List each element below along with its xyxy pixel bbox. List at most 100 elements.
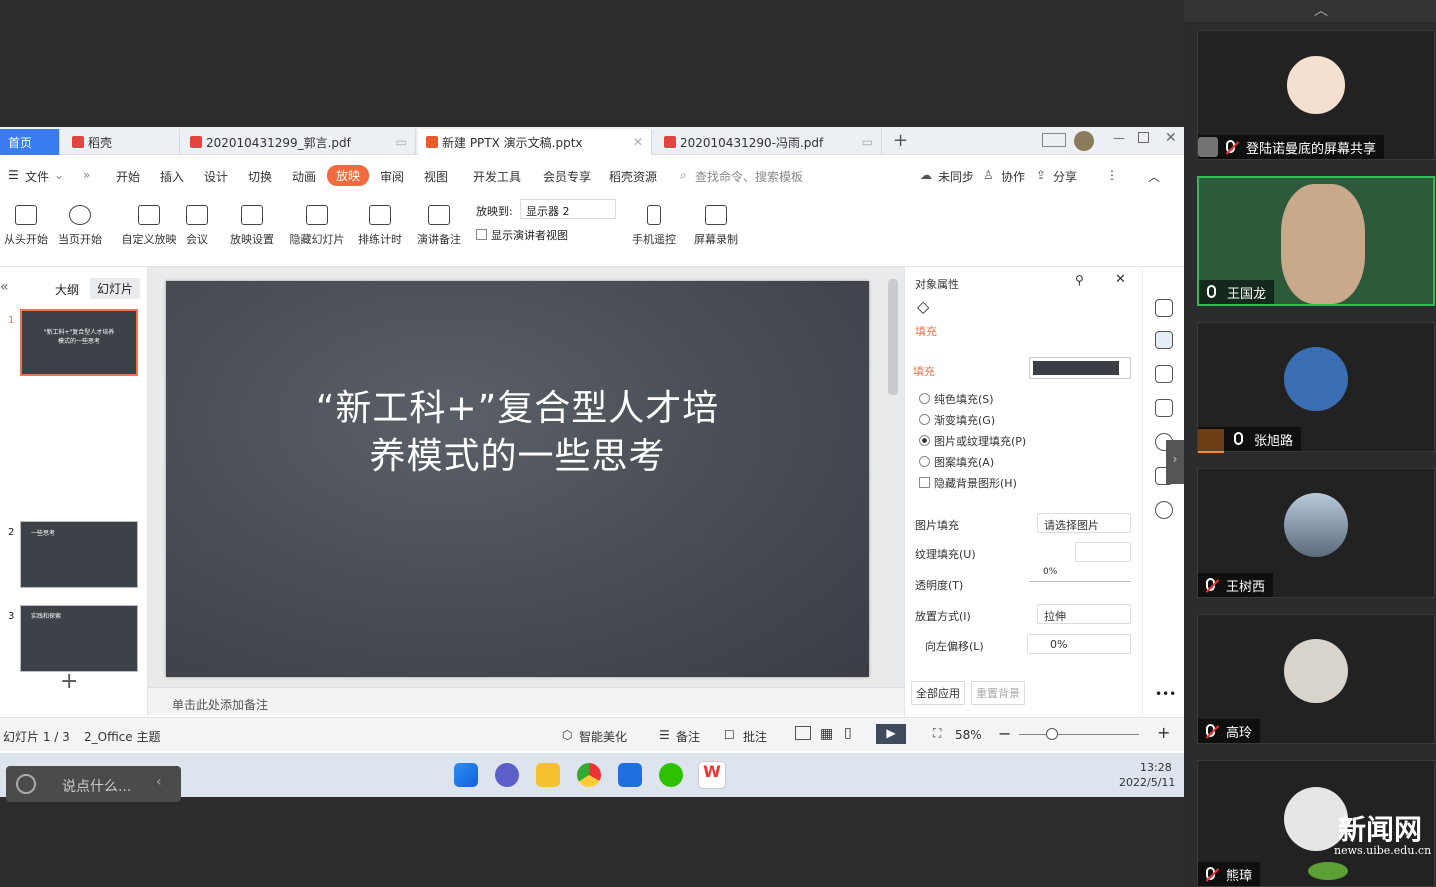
- command-search[interactable]: 查找命令、搜索模板: [695, 168, 803, 185]
- vertical-scrollbar[interactable]: [888, 279, 898, 395]
- tab-slides[interactable]: 幻灯片: [90, 278, 141, 299]
- collapse-left-icon[interactable]: «: [0, 279, 9, 295]
- menu-daoke-res[interactable]: 稻壳资源: [609, 168, 657, 185]
- slide-thumbnail-2[interactable]: 一些思考: [20, 521, 138, 588]
- more-icon[interactable]: »: [83, 168, 90, 182]
- presenter-view-checkbox[interactable]: [476, 229, 487, 240]
- wechat-icon[interactable]: [659, 763, 683, 787]
- meeting-app-icon[interactable]: [618, 763, 642, 787]
- add-tab-button[interactable]: +: [893, 130, 908, 151]
- smart-beautify-button[interactable]: 智能美化: [579, 728, 627, 745]
- hamburger-icon[interactable]: ☰: [8, 168, 19, 182]
- menu-review[interactable]: 审阅: [380, 168, 404, 185]
- menu-view[interactable]: 视图: [424, 168, 448, 185]
- menu-insert[interactable]: 插入: [160, 168, 184, 185]
- slide-thumbnail-1[interactable]: "新工科+"复合型人才培养模式的一些思考: [20, 309, 138, 376]
- chevron-left-icon[interactable]: ‹: [156, 774, 162, 790]
- menu-slideshow[interactable]: 放映: [327, 165, 370, 186]
- custom-show-button[interactable]: 自定义放映: [120, 205, 178, 247]
- speaker-notes-button[interactable]: 演讲备注: [415, 205, 463, 247]
- screen-record-button[interactable]: 屏幕录制: [692, 205, 740, 247]
- minimize-icon[interactable]: —: [1113, 131, 1125, 145]
- tab-daoke[interactable]: 稻壳: [64, 129, 180, 155]
- grid-view-icon[interactable]: ▦: [820, 726, 833, 742]
- radio-solid[interactable]: 纯色填充(S): [919, 391, 994, 407]
- meeting-button[interactable]: 会议: [184, 205, 210, 247]
- menu-file[interactable]: 文件: [25, 168, 49, 185]
- comment-input[interactable]: 说点什么...: [62, 776, 131, 796]
- tab-pptx[interactable]: 新建 PPTX 演示文稿.pptx ✕: [418, 129, 652, 155]
- texture-select[interactable]: [1075, 542, 1131, 562]
- notes-button[interactable]: 备注: [676, 728, 700, 745]
- star-icon[interactable]: [1155, 365, 1173, 383]
- pic-fill-select[interactable]: 请选择图片: [1037, 513, 1131, 533]
- tab-outline[interactable]: 大纲: [55, 281, 79, 298]
- show-settings-button[interactable]: 放映设置: [225, 205, 279, 247]
- tab-pin-icon[interactable]: ▭: [396, 135, 407, 149]
- collapse-ribbon-icon[interactable]: ︿: [1148, 168, 1160, 185]
- close-panel-icon[interactable]: ✕: [1115, 272, 1126, 287]
- maximize-icon[interactable]: [1138, 132, 1149, 143]
- play-current-button[interactable]: 当页开始: [57, 205, 103, 247]
- hide-bg-checkbox[interactable]: 隐藏背景图形(H): [919, 475, 1017, 491]
- zoom-in-icon[interactable]: +: [1157, 723, 1170, 742]
- slide-title[interactable]: “新工科+”复合型人才培 养模式的一些思考: [166, 385, 869, 481]
- notes-area[interactable]: 单击此处添加备注: [148, 687, 904, 715]
- tab-pdf-1[interactable]: 202010431299_郭言.pdf ▭: [182, 129, 416, 155]
- zoom-slider[interactable]: [1019, 734, 1139, 735]
- reading-view-icon[interactable]: ▯: [844, 725, 852, 741]
- fill-bucket-icon[interactable]: ◇: [917, 297, 929, 316]
- sync-status[interactable]: 未同步: [938, 168, 974, 185]
- chrome-icon[interactable]: [577, 763, 601, 787]
- panel-title[interactable]: 对象属性: [915, 276, 959, 292]
- rocket-icon[interactable]: [1155, 299, 1173, 317]
- properties-icon[interactable]: [1155, 331, 1173, 349]
- collab-button[interactable]: 协作: [1001, 168, 1025, 185]
- menu-vip[interactable]: 会员专享: [543, 168, 591, 185]
- menu-transition[interactable]: 切换: [248, 168, 272, 185]
- collapse-up-icon[interactable]: ︿: [1314, 0, 1328, 20]
- transparency-slider[interactable]: [1029, 581, 1131, 593]
- normal-view-icon[interactable]: [795, 726, 811, 740]
- add-slide-button[interactable]: +: [60, 669, 78, 694]
- pin-icon[interactable]: ⚲: [1075, 273, 1084, 287]
- play-from-start-button[interactable]: 从头开始: [3, 205, 49, 247]
- participant-tile[interactable]: 高玲: [1197, 614, 1435, 744]
- radio-picture[interactable]: 图片或纹理填充(P): [919, 433, 1026, 449]
- copy-icon[interactable]: [1155, 399, 1173, 417]
- more-icon[interactable]: •••: [1155, 687, 1176, 701]
- fill-color-dropdown[interactable]: [1029, 357, 1131, 379]
- layout-icon[interactable]: [1042, 133, 1066, 147]
- hide-slide-button[interactable]: 隐藏幻灯片: [288, 205, 346, 247]
- participant-tile[interactable]: 登陆诺曼底的屏幕共享: [1197, 30, 1435, 160]
- slide-canvas[interactable]: “新工科+”复合型人才培 养模式的一些思考: [166, 281, 869, 677]
- expand-panel-icon[interactable]: ›: [1166, 440, 1184, 484]
- play-icon[interactable]: ▶: [876, 724, 906, 744]
- more-options-icon[interactable]: ⋮: [1106, 168, 1118, 182]
- menu-start[interactable]: 开始: [116, 168, 140, 185]
- radio-gradient[interactable]: 渐变填充(G): [919, 412, 995, 428]
- participant-tile[interactable]: 王树西: [1197, 468, 1435, 598]
- comment-box[interactable]: 说点什么... ‹: [6, 766, 181, 802]
- menu-animation[interactable]: 动画: [292, 168, 316, 185]
- teams-icon[interactable]: [495, 763, 519, 787]
- tab-pin-icon[interactable]: ▭: [862, 135, 873, 149]
- participant-tile[interactable]: 张旭路: [1197, 322, 1435, 453]
- tab-home[interactable]: 首页: [0, 129, 60, 155]
- comment-button[interactable]: 批注: [743, 728, 767, 745]
- radio-pattern[interactable]: 图案填充(A): [919, 454, 994, 470]
- avatar[interactable]: [1074, 131, 1094, 151]
- emoji-icon[interactable]: [16, 774, 36, 794]
- chevron-down-icon[interactable]: ⌄: [54, 168, 64, 182]
- menu-design[interactable]: 设计: [204, 168, 228, 185]
- close-icon[interactable]: ✕: [633, 135, 643, 149]
- placement-select[interactable]: 拉伸: [1037, 604, 1131, 624]
- compass-icon[interactable]: [1155, 501, 1173, 519]
- zoom-level[interactable]: 58%: [955, 728, 982, 742]
- share-button[interactable]: 分享: [1053, 168, 1077, 185]
- start-icon[interactable]: [454, 763, 478, 787]
- monitor-select[interactable]: 显示器 2: [520, 199, 616, 219]
- participant-tile-speaker[interactable]: 王国龙: [1197, 176, 1435, 306]
- slide-thumbnail-3[interactable]: 实践和探索: [20, 605, 138, 672]
- tab-fill[interactable]: 填充: [915, 323, 937, 339]
